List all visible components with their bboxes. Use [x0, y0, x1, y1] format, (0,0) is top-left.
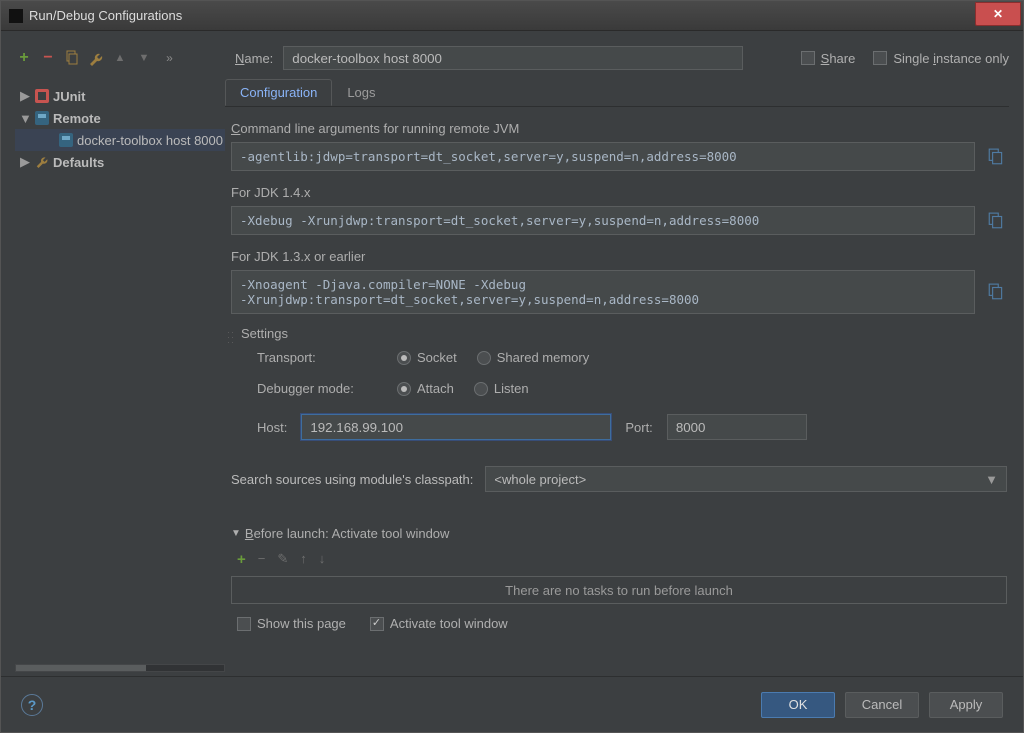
- tree-label: docker-toolbox host 8000: [77, 133, 223, 148]
- transport-row: Transport: Socket Shared memory: [257, 350, 1007, 365]
- jdk13-args-box[interactable]: -Xnoagent -Djava.compiler=NONE -Xdebug -…: [231, 270, 975, 314]
- name-label: Name:: [235, 51, 273, 66]
- tree-label: JUnit: [53, 89, 86, 104]
- close-button[interactable]: ✕: [975, 2, 1021, 26]
- ok-button[interactable]: OK: [761, 692, 835, 718]
- tree-node-remote[interactable]: ▼ Remote: [15, 107, 225, 129]
- tree-scrollbar[interactable]: [15, 664, 225, 672]
- remote-icon: [35, 111, 49, 125]
- classpath-label: Search sources using module's classpath:: [231, 472, 473, 487]
- copy-cli-icon[interactable]: [985, 142, 1007, 171]
- classpath-select[interactable]: <whole project> ▼: [485, 466, 1007, 492]
- tree-toolbar: + − ▲ ▼ »: [15, 49, 225, 67]
- jdk14-label: For JDK 1.4.x: [231, 185, 1007, 200]
- drag-handle-icon[interactable]: ······: [227, 330, 235, 345]
- classpath-value: <whole project>: [494, 472, 586, 487]
- move-task-down-icon: ↓: [319, 551, 326, 568]
- dropdown-arrow-icon: ▼: [985, 472, 998, 487]
- tasks-list[interactable]: There are no tasks to run before launch: [231, 576, 1007, 604]
- classpath-row: Search sources using module's classpath:…: [231, 466, 1007, 492]
- junit-icon: [35, 89, 49, 103]
- tree-node-remote-child[interactable]: docker-toolbox host 8000: [15, 129, 225, 151]
- dialog-window: Run/Debug Configurations ✕ + − ▲ ▼ » Nam…: [0, 0, 1024, 733]
- before-launch-header[interactable]: ▼ Before launch: Activate tool window: [231, 526, 1007, 541]
- config-tree[interactable]: ▶ JUnit ▼ Remote docker-toolbox host 800…: [15, 79, 225, 173]
- activate-window-checkbox[interactable]: Activate tool window: [370, 616, 508, 631]
- jdk14-args-box[interactable]: -Xdebug -Xrunjdwp:transport=dt_socket,se…: [231, 206, 975, 235]
- transport-label: Transport:: [257, 350, 377, 365]
- config-tabs: Configuration Logs: [225, 79, 1009, 107]
- single-instance-checkbox[interactable]: Single instance only: [873, 51, 1009, 66]
- cli-args-box[interactable]: -agentlib:jdwp=transport=dt_socket,serve…: [231, 142, 975, 171]
- mode-attach-radio[interactable]: Attach: [397, 381, 454, 396]
- move-down-icon[interactable]: ▼: [135, 49, 153, 67]
- config-panel: Command line arguments for running remot…: [225, 107, 1009, 672]
- mode-row: Debugger mode: Attach Listen: [257, 381, 1007, 396]
- mode-listen-radio[interactable]: Listen: [474, 381, 529, 396]
- cancel-button[interactable]: Cancel: [845, 692, 919, 718]
- edit-task-icon: ✎: [277, 551, 288, 568]
- mode-label: Debugger mode:: [257, 381, 377, 396]
- host-input[interactable]: [301, 414, 611, 440]
- apply-button[interactable]: Apply: [929, 692, 1003, 718]
- tab-logs[interactable]: Logs: [332, 79, 390, 106]
- tree-label: Defaults: [53, 155, 104, 170]
- dialog-footer: ? OK Cancel Apply: [1, 676, 1023, 732]
- caret-down-icon: ▼: [231, 528, 241, 539]
- wrench-icon: [35, 154, 49, 171]
- tree-node-junit[interactable]: ▶ JUnit: [15, 85, 225, 107]
- remote-icon: [59, 133, 73, 147]
- app-icon: [9, 9, 23, 23]
- empty-tasks-label: There are no tasks to run before launch: [505, 583, 733, 598]
- top-row: + − ▲ ▼ » Name: Share: [15, 41, 1009, 75]
- expand-arrow-icon[interactable]: ▶: [19, 154, 31, 170]
- show-page-checkbox[interactable]: Show this page: [237, 616, 346, 631]
- jdk13-label: For JDK 1.3.x or earlier: [231, 249, 1007, 264]
- window-title: Run/Debug Configurations: [29, 8, 182, 23]
- collapse-arrow-icon[interactable]: ▼: [19, 111, 31, 126]
- add-config-icon[interactable]: +: [15, 49, 33, 67]
- cli-label: Command line arguments for running remot…: [231, 121, 1007, 136]
- expand-arrow-icon[interactable]: ▶: [19, 88, 31, 104]
- move-task-up-icon: ↑: [300, 551, 307, 568]
- host-port-row: Host: Port:: [257, 414, 1007, 440]
- title-bar: Run/Debug Configurations ✕: [1, 1, 1023, 31]
- port-label: Port:: [625, 420, 652, 435]
- settings-title: Settings: [241, 326, 288, 341]
- transport-socket-radio[interactable]: Socket: [397, 350, 457, 365]
- help-button[interactable]: ?: [21, 694, 43, 716]
- tree-label: Remote: [53, 111, 101, 126]
- edit-defaults-icon[interactable]: [87, 49, 105, 67]
- copy-config-icon[interactable]: [63, 49, 81, 67]
- remove-config-icon[interactable]: −: [39, 49, 57, 67]
- tree-column: ▶ JUnit ▼ Remote docker-toolbox host 800…: [15, 79, 225, 672]
- copy-jdk14-icon[interactable]: [985, 206, 1007, 235]
- expand-icon[interactable]: »: [159, 49, 177, 67]
- config-name-input[interactable]: [283, 46, 743, 70]
- settings-group: ······ Settings Transport: Socket Shared…: [231, 328, 1007, 440]
- transport-shared-radio[interactable]: Shared memory: [477, 350, 589, 365]
- tab-configuration[interactable]: Configuration: [225, 79, 332, 106]
- tree-node-defaults[interactable]: ▶ Defaults: [15, 151, 225, 173]
- add-task-icon[interactable]: +: [237, 551, 246, 568]
- port-input[interactable]: [667, 414, 807, 440]
- copy-jdk13-icon[interactable]: [985, 270, 1007, 314]
- remove-task-icon: −: [258, 551, 266, 568]
- host-label: Host:: [257, 420, 287, 435]
- before-launch-section: ▼ Before launch: Activate tool window + …: [231, 526, 1007, 631]
- share-checkbox[interactable]: Share: [801, 51, 856, 66]
- close-icon: ✕: [993, 7, 1003, 21]
- move-up-icon[interactable]: ▲: [111, 49, 129, 67]
